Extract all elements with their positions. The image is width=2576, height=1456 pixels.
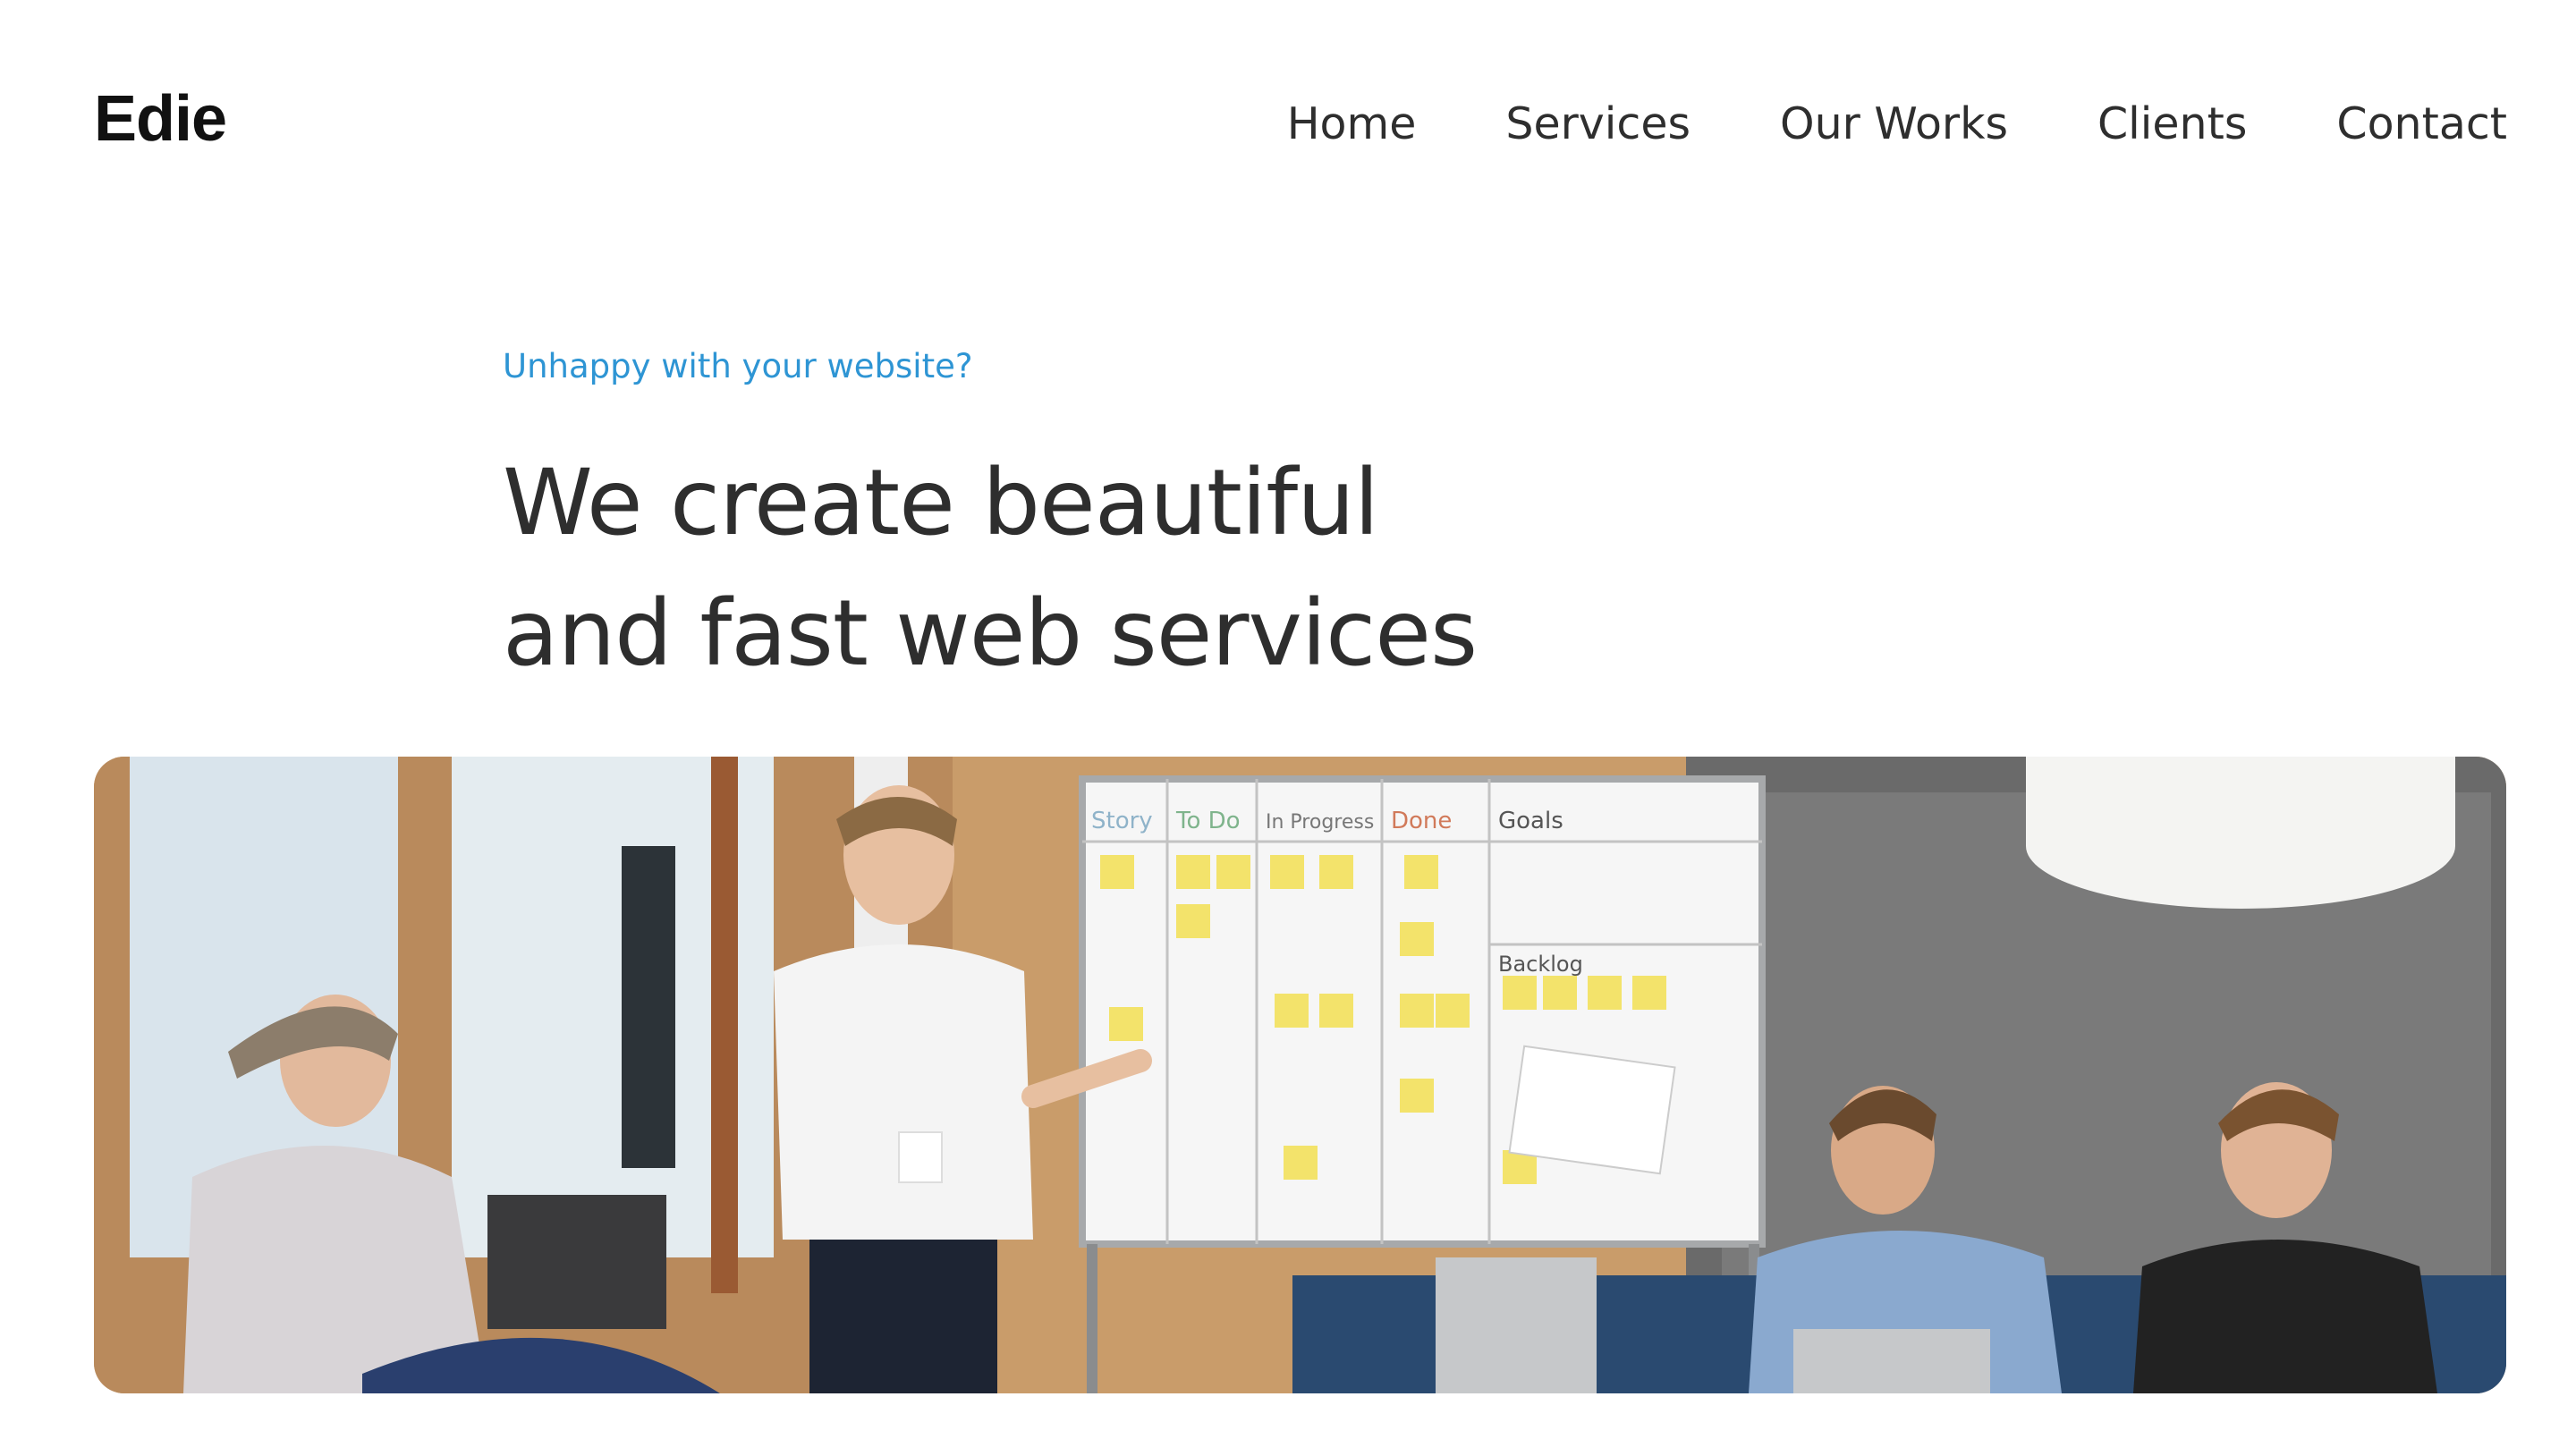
laptop-left bbox=[487, 1195, 666, 1329]
hero-section: Unhappy with your website? We create bea… bbox=[503, 340, 1478, 699]
nav-contact-link[interactable]: Contact bbox=[2336, 93, 2507, 156]
board-paper bbox=[1508, 1045, 1676, 1175]
presenter-shirt bbox=[774, 944, 1033, 1240]
hero-headline: We create beautiful and fast web service… bbox=[503, 438, 1478, 699]
coffee-mug bbox=[898, 1131, 943, 1183]
person-couch-right-shirt bbox=[2133, 1240, 2437, 1393]
nav-services-link[interactable]: Services bbox=[1505, 93, 1690, 156]
laptop-center bbox=[1436, 1257, 1597, 1393]
nav-our-works-link[interactable]: Our Works bbox=[1780, 93, 2008, 156]
nav-clients-link[interactable]: Clients bbox=[2097, 93, 2247, 156]
pendant-lamp-top bbox=[2026, 757, 2455, 846]
main-nav: Home Services Our Works Clients Contact bbox=[1287, 93, 2507, 156]
hero-headline-line2: and fast web services bbox=[503, 580, 1478, 687]
board-col-goals: Goals bbox=[1498, 808, 1563, 834]
board-backlog-label: Backlog bbox=[1498, 952, 1583, 977]
site-header: Edie Home Services Our Works Clients Con… bbox=[0, 0, 2576, 247]
board-col-done: Done bbox=[1391, 808, 1452, 834]
board-col-in-progress: In Progress bbox=[1266, 811, 1374, 834]
door-frame bbox=[711, 757, 738, 1293]
hero-eyebrow: Unhappy with your website? bbox=[503, 347, 973, 385]
board-col-todo: To Do bbox=[1175, 808, 1241, 834]
hero-team-photo: Story To Do In Progress Done Goals Backl… bbox=[94, 757, 2506, 1393]
team-meeting-illustration: Story To Do In Progress Done Goals Backl… bbox=[94, 757, 2506, 1393]
laptop-right bbox=[1793, 1329, 1990, 1393]
presenter-jeans bbox=[809, 1240, 997, 1393]
easel-leg bbox=[1087, 1244, 1097, 1393]
hero-headline-line1: We create beautiful bbox=[503, 450, 1379, 556]
site-logo[interactable]: Edie bbox=[94, 82, 227, 156]
banner-dark bbox=[622, 846, 675, 1168]
nav-home-link[interactable]: Home bbox=[1287, 93, 1417, 156]
board-col-story: Story bbox=[1091, 808, 1153, 834]
